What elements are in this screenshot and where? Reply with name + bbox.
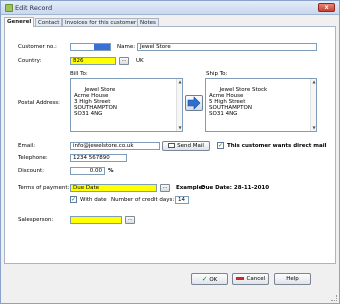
- discount-label: Discount:: [18, 168, 44, 174]
- postal-address-label: Postal Address:: [18, 100, 60, 106]
- discount-input[interactable]: 0.00: [70, 167, 105, 175]
- close-icon[interactable]: x: [318, 3, 335, 12]
- credit-days-label: Number of credit days:: [111, 197, 175, 203]
- ok-button[interactable]: ✓ OK: [191, 273, 228, 285]
- cancel-icon: [235, 277, 244, 280]
- send-mail-label: Send Mail: [177, 143, 204, 149]
- with-date-checkbox[interactable]: ✓: [70, 196, 77, 203]
- bill-to-textarea[interactable]: Jewel Store Acme House 3 High Street SOU…: [70, 78, 183, 132]
- record-icon: [5, 4, 13, 12]
- browse-icon[interactable]: ...: [125, 216, 135, 224]
- customer-no-label: Customer no.:: [18, 44, 57, 50]
- window-title: Edit Record: [15, 4, 53, 12]
- send-mail-button[interactable]: Send Mail: [162, 141, 210, 151]
- mail-icon: [168, 143, 176, 148]
- copy-arrow-icon: [187, 96, 201, 110]
- email-label: Email:: [18, 143, 36, 149]
- browse-icon[interactable]: ...: [119, 57, 129, 65]
- ok-check-icon: ✓: [201, 275, 208, 283]
- scroll-up-icon[interactable]: ▲: [177, 79, 183, 85]
- terms-label: Terms of payment:: [18, 185, 70, 191]
- discount-unit: %: [108, 168, 114, 174]
- direct-mail-label: This customer wants direct mail: [227, 143, 327, 149]
- help-button[interactable]: Help: [274, 273, 311, 285]
- ship-to-scrollbar[interactable]: ▲ ▼: [310, 79, 316, 131]
- scroll-down-icon[interactable]: ▼: [177, 125, 183, 131]
- country-label: Country:: [18, 58, 42, 64]
- name-label: Name:: [117, 44, 136, 50]
- edit-record-window: Edit Record x Generel Contact Invoices f…: [0, 0, 340, 304]
- ship-to-textarea[interactable]: Jewel Store Stock Acme House 5 High Stre…: [205, 78, 317, 132]
- cancel-label: Cancel: [246, 276, 266, 282]
- copy-address-button[interactable]: [185, 95, 203, 111]
- direct-mail-checkbox[interactable]: ✓: [217, 142, 224, 149]
- scroll-down-icon[interactable]: ▼: [311, 125, 317, 131]
- resize-grip[interactable]: [331, 295, 337, 301]
- check-icon: ✓: [218, 142, 224, 149]
- scroll-up-icon[interactable]: ▲: [311, 79, 317, 85]
- credit-days-input[interactable]: 14: [175, 196, 189, 204]
- bill-to-label: Bill To:: [70, 71, 88, 77]
- tab-generel[interactable]: Generel: [4, 17, 35, 27]
- telephone-label: Telephone:: [18, 155, 48, 161]
- bill-to-scrollbar[interactable]: ▲ ▼: [176, 79, 182, 131]
- country-input[interactable]: 826: [70, 57, 116, 65]
- telephone-input[interactable]: 1234 567890: [70, 154, 127, 162]
- check-icon: ✓: [71, 196, 77, 203]
- customer-no-selection: [94, 44, 110, 50]
- title-bar: Edit Record x: [1, 1, 339, 15]
- ship-to-text: Jewel Store Stock Acme House 5 High Stre…: [209, 87, 268, 117]
- ship-to-label: Ship To:: [206, 71, 228, 77]
- salesperson-label: Salesperson:: [18, 217, 54, 223]
- example-value: Due Date: 28-11-2010: [201, 185, 270, 191]
- browse-icon[interactable]: ...: [160, 184, 170, 192]
- email-input[interactable]: info@jewelstore.co.uk: [70, 142, 160, 150]
- generel-panel: Customer no.: Name: Jewel Store Country:…: [4, 26, 336, 264]
- country-name: UK: [136, 58, 144, 64]
- with-date-label: With date: [80, 197, 107, 203]
- name-input[interactable]: Jewel Store: [137, 43, 317, 51]
- bill-to-text: Jewel Store Acme House 3 High Street SOU…: [74, 87, 117, 117]
- salesperson-input[interactable]: [70, 216, 122, 224]
- terms-input[interactable]: Due Date: [70, 184, 157, 192]
- ok-label: OK: [209, 277, 218, 283]
- cancel-button[interactable]: Cancel: [232, 273, 269, 285]
